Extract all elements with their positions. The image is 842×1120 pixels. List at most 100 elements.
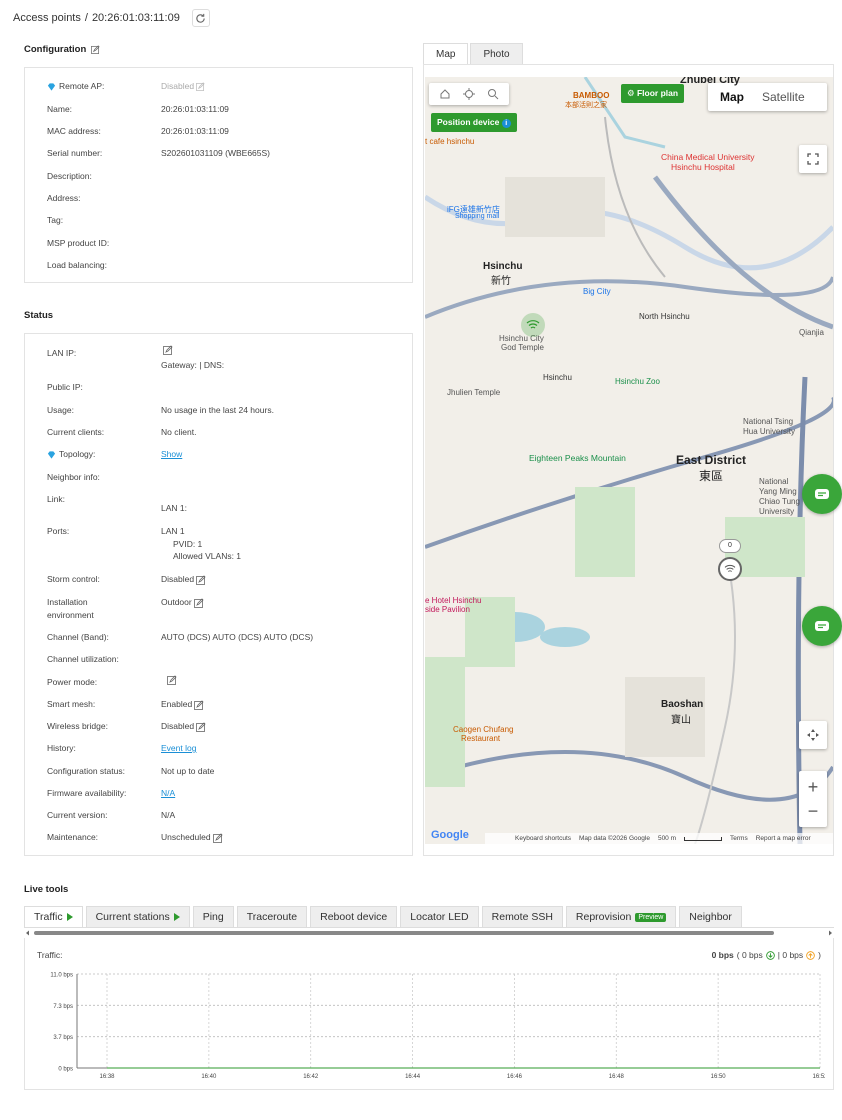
edit-icon[interactable] [212, 833, 223, 843]
y-tick-label: 0 bps [58, 1067, 73, 1073]
lan-ip-edit[interactable] [161, 344, 173, 355]
edit-icon[interactable] [90, 45, 100, 54]
link-value: LAN 1: [161, 503, 187, 513]
map-tool-group [429, 83, 509, 105]
breadcrumb-root[interactable]: Access points [13, 12, 81, 24]
topology-label-text: Topology: [59, 449, 96, 459]
search-icon[interactable] [487, 88, 499, 100]
installation-label-1: Installation [47, 597, 88, 607]
x-tick-label: 16:42 [303, 1074, 319, 1080]
tab-remote-ssh[interactable]: Remote SSH [481, 906, 563, 927]
map-label-zhubei: Zhubei City [680, 77, 740, 86]
channel-band-value: AUTO (DCS) AUTO (DCS) AUTO (DCS) [161, 632, 314, 642]
edit-icon[interactable] [196, 722, 206, 732]
map-label-china-med-2: Hsinchu Hospital [671, 162, 735, 172]
tab-reprovision[interactable]: Reprovision Preview [565, 906, 677, 927]
map-label-zoo: Hsinchu Zoo [615, 377, 660, 386]
fullscreen-button[interactable] [799, 145, 827, 173]
map-label-east-cn: 東區 [699, 469, 724, 483]
tab-reprovision-label: Reprovision [575, 911, 632, 923]
neighbor-info-label: Neighbor info: [47, 472, 100, 482]
tab-traceroute[interactable]: Traceroute [236, 906, 308, 927]
map-label-yang-ming-3: Chiao Tung [759, 497, 800, 506]
gear-icon: ⚙ [627, 88, 637, 98]
tab-ping[interactable]: Ping [192, 906, 234, 927]
ports-pvid: PVID: 1 [173, 539, 203, 549]
ap-cluster-badge[interactable]: 0 [719, 539, 741, 553]
tab-map[interactable]: Map [423, 43, 469, 65]
map-label-china-med: China Medical University [661, 152, 755, 162]
map-canvas[interactable]: ⚙ Floor plan Position device i Map Satel… [425, 77, 833, 844]
refresh-button[interactable] [191, 9, 210, 27]
remote-ap-label-text: Remote AP: [59, 81, 105, 91]
chat-button[interactable] [802, 474, 842, 514]
edit-icon[interactable] [196, 575, 206, 585]
firmware-availability-link[interactable]: N/A [161, 788, 175, 798]
zoom-in-icon[interactable]: + [808, 775, 819, 799]
info-icon: i [501, 119, 511, 128]
channel-utilization-label: Channel utilization: [47, 654, 119, 664]
topology-show-link[interactable]: Show [161, 449, 182, 459]
mac-label: MAC address: [47, 126, 101, 136]
event-log-link[interactable]: Event log [161, 743, 196, 753]
edit-icon[interactable] [167, 675, 177, 685]
mac-value: 20:26:01:03:11:09 [161, 126, 229, 136]
map-label-north-hsinchu: North Hsinchu [639, 312, 690, 321]
tab-reboot-device[interactable]: Reboot device [310, 906, 398, 927]
tab-neighbor[interactable]: Neighbor [679, 906, 742, 927]
chat-button[interactable] [802, 606, 842, 646]
power-mode-edit[interactable] [165, 674, 177, 685]
map-label-tsing-hua: National Tsing [743, 417, 794, 426]
live-tools-tabs: Traffic Current stations Ping Traceroute… [24, 906, 834, 928]
tab-traffic-label: Traffic [34, 911, 63, 923]
breadcrumb-separator: / [84, 12, 88, 24]
usage-value: No usage in the last 24 hours. [161, 405, 274, 415]
home-icon[interactable] [439, 88, 451, 100]
wireless-bridge-value-text: Disabled [161, 721, 195, 731]
remote-ap-value: Disabled [161, 81, 205, 92]
zoom-out-icon[interactable]: − [808, 799, 819, 823]
map-label-yang-ming-4: University [759, 507, 795, 516]
device-name: 20:26:01:03:11:09 [91, 12, 180, 24]
load-balancing-label: Load balancing: [47, 260, 108, 270]
map-label-baoshan-cn: 寶山 [671, 715, 691, 726]
tab-traffic[interactable]: Traffic [24, 906, 83, 927]
traffic-label: Traffic: [37, 950, 63, 960]
tab-current-stations-label: Current stations [95, 911, 170, 923]
lan-ip-gateway: Gateway: | DNS: [161, 360, 225, 370]
traffic-close: ) [818, 950, 821, 960]
edit-icon[interactable] [196, 82, 205, 92]
diamond-icon [47, 83, 56, 91]
smart-mesh-value: Enabled [161, 699, 204, 710]
position-device-button[interactable]: Position device i [431, 113, 517, 132]
map-type-map[interactable]: Map [708, 90, 756, 104]
wireless-bridge-value: Disabled [161, 721, 206, 732]
diamond-icon [47, 451, 56, 459]
tab-locator-led[interactable]: Locator LED [400, 906, 479, 927]
edit-icon[interactable] [193, 598, 204, 608]
smart-mesh-label: Smart mesh: [47, 699, 96, 709]
keyboard-shortcuts-link[interactable]: Keyboard shortcuts [515, 835, 571, 842]
firmware-availability-label: Firmware availability: [47, 788, 127, 798]
edit-icon[interactable] [163, 345, 173, 355]
device-location-marker[interactable] [521, 313, 545, 337]
map-label-hsinchu-temple: Hsinchu [543, 373, 572, 382]
maintenance-value-text: Unscheduled [161, 832, 211, 842]
floor-plan-button[interactable]: ⚙ Floor plan [621, 84, 685, 103]
zoom-controls: + − [799, 771, 827, 827]
map-type-satellite[interactable]: Satellite [756, 90, 811, 104]
google-logo: Google [431, 829, 469, 841]
live-tools-title: Live tools [24, 884, 69, 895]
tab-photo[interactable]: Photo [470, 43, 523, 65]
terms-link[interactable]: Terms [730, 835, 748, 842]
report-error-link[interactable]: Report a map error [756, 835, 811, 842]
edit-icon[interactable] [194, 700, 204, 710]
tab-current-stations[interactable]: Current stations [85, 906, 190, 927]
street-view-button[interactable] [799, 721, 827, 749]
crosshair-icon[interactable] [463, 88, 475, 100]
map-type-toggle: Map Satellite [708, 83, 827, 111]
configuration-status-value: Not up to date [161, 766, 215, 776]
tabs-scrollbar[interactable] [24, 929, 834, 937]
ap-cluster-marker[interactable] [718, 557, 742, 581]
play-icon [66, 913, 73, 921]
